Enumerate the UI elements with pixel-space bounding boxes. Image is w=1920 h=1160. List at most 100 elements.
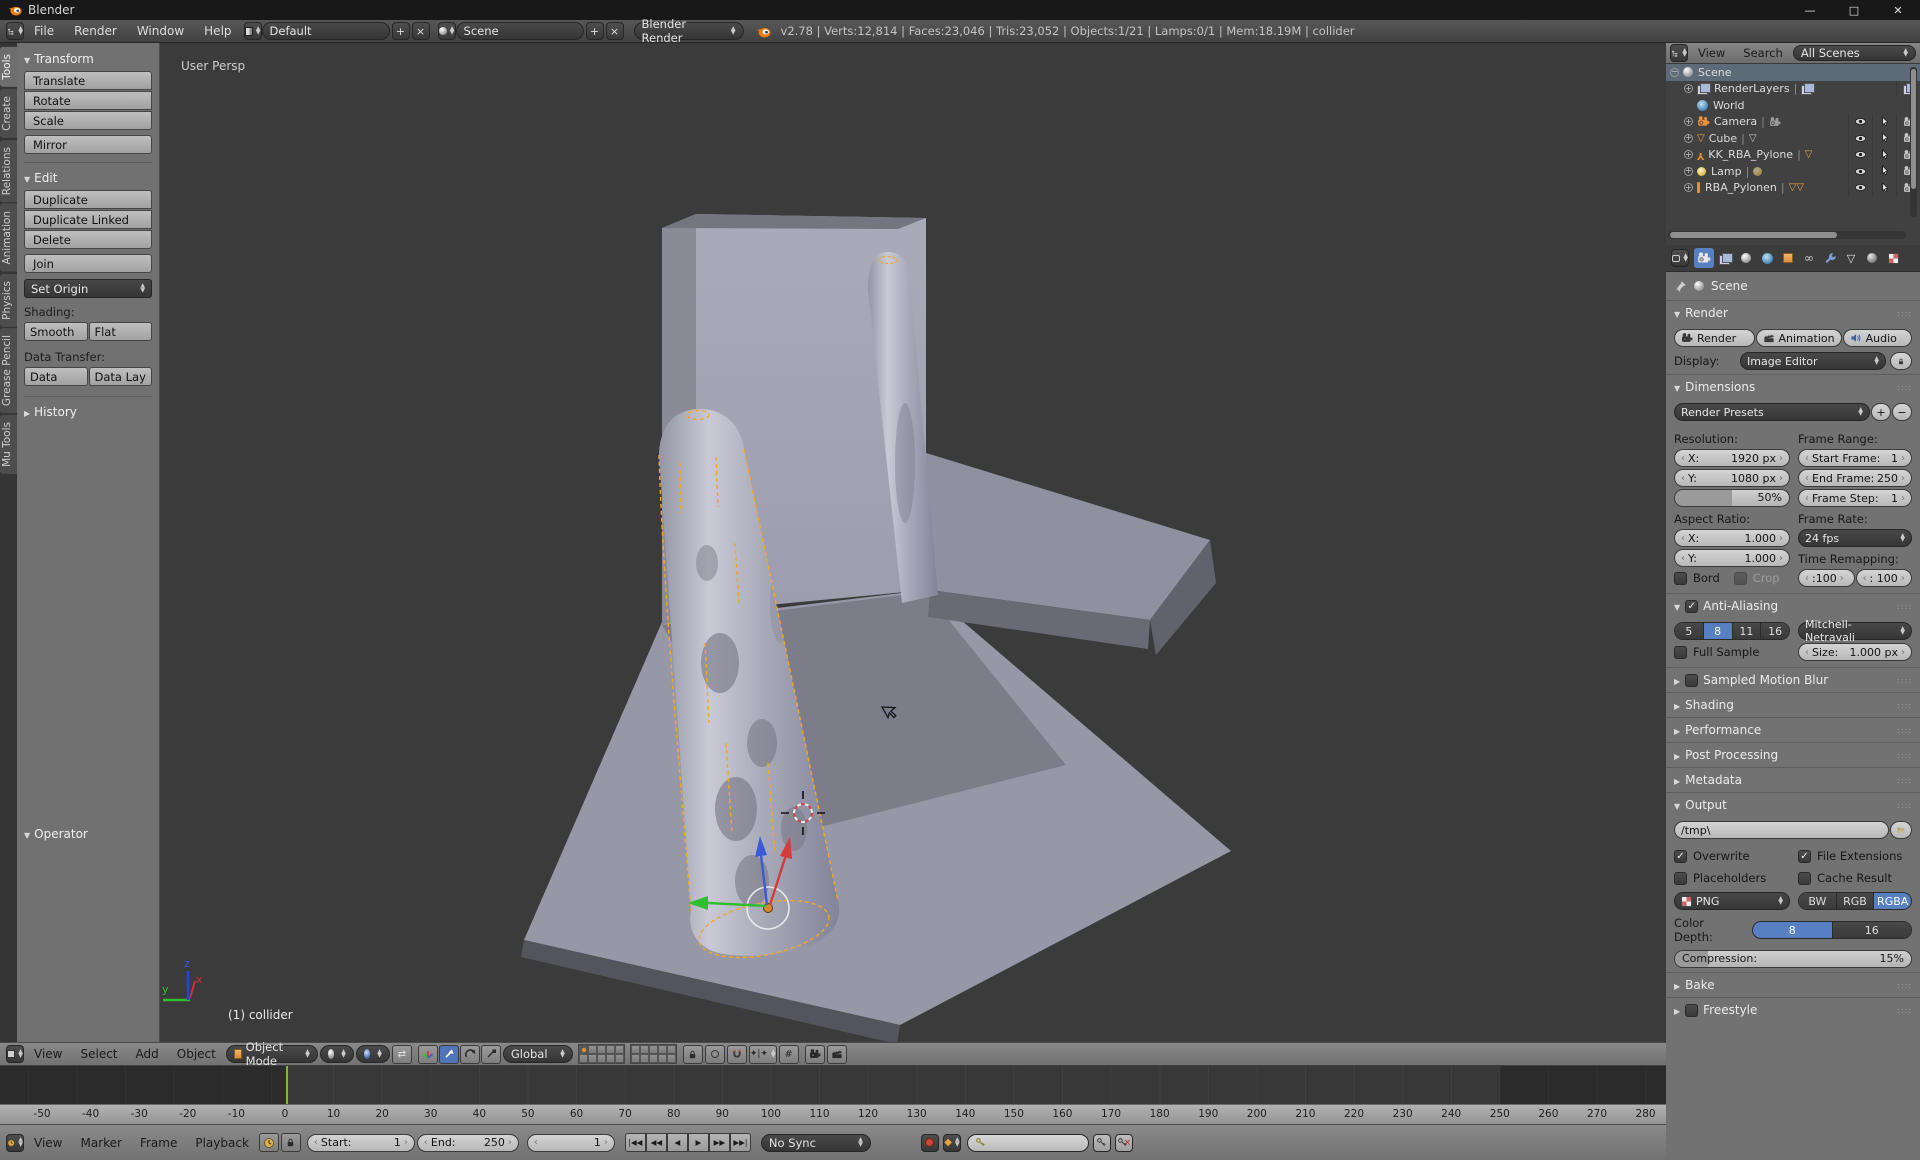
layout-icon[interactable] bbox=[244, 22, 262, 40]
rotate-button[interactable]: Rotate bbox=[24, 91, 152, 110]
tab-world[interactable] bbox=[1757, 248, 1777, 268]
aa-size-field[interactable]: Size:1.000 px bbox=[1798, 643, 1912, 661]
timeline-editor-selector[interactable] bbox=[6, 1134, 24, 1152]
next-keyframe-button[interactable]: ▶▶ bbox=[709, 1133, 730, 1152]
tab-scene[interactable] bbox=[1736, 248, 1756, 268]
viewport-shading-dropdown[interactable] bbox=[320, 1045, 354, 1063]
play-reverse-button[interactable]: ◀ bbox=[667, 1133, 688, 1152]
opengl-render-animation-button[interactable] bbox=[827, 1045, 847, 1064]
color-depth-8[interactable]: 8 bbox=[1753, 922, 1833, 938]
render-button[interactable]: Render bbox=[1674, 329, 1755, 347]
tab-texture[interactable] bbox=[1883, 248, 1903, 268]
scene-field[interactable]: Scene bbox=[456, 22, 584, 40]
edit-panel-header[interactable]: Edit bbox=[24, 171, 152, 185]
expand-icon[interactable]: + bbox=[1684, 84, 1693, 93]
shading-section-header[interactable]: Shading bbox=[1666, 692, 1920, 717]
cache-result-checkbox[interactable] bbox=[1798, 872, 1811, 885]
expand-icon[interactable]: + bbox=[1684, 134, 1693, 143]
manipulator-translate-button[interactable] bbox=[439, 1045, 459, 1064]
current-frame-field[interactable]: 1 bbox=[527, 1134, 615, 1152]
color-depth-segment[interactable]: 8 16 bbox=[1752, 921, 1912, 939]
end-frame-field[interactable]: End Frame:250 bbox=[1798, 469, 1912, 487]
resolution-y-field[interactable]: Y:1080 px bbox=[1674, 469, 1790, 487]
file-format-dropdown[interactable]: PNG bbox=[1674, 892, 1790, 910]
full-sample-checkbox[interactable] bbox=[1674, 646, 1687, 659]
aspect-x-field[interactable]: X:1.000 bbox=[1674, 529, 1790, 547]
tab-grease-pencil[interactable]: Grease Pencil bbox=[0, 328, 17, 413]
freestyle-checkbox[interactable] bbox=[1685, 1004, 1698, 1017]
translate-button[interactable]: Translate bbox=[24, 71, 152, 90]
time-remap-new-field[interactable]: : 100 bbox=[1856, 569, 1913, 587]
lock-interface-button[interactable] bbox=[1890, 352, 1912, 370]
view3d-menu-add[interactable]: Add bbox=[128, 1047, 167, 1061]
mirror-button[interactable]: Mirror bbox=[24, 135, 152, 154]
history-panel-header[interactable]: History bbox=[24, 405, 152, 419]
start-frame-field[interactable]: Start:1 bbox=[307, 1134, 415, 1152]
tab-object[interactable] bbox=[1778, 248, 1798, 268]
view3d-menu-view[interactable]: View bbox=[26, 1047, 70, 1061]
expand-icon[interactable]: + bbox=[1684, 117, 1693, 126]
operator-panel-header[interactable]: Operator bbox=[24, 827, 153, 841]
outliner-row-scene[interactable]: − Scene bbox=[1666, 64, 1920, 81]
collapse-icon[interactable]: − bbox=[1670, 68, 1679, 77]
timeline-menu-view[interactable]: View bbox=[26, 1136, 70, 1150]
metadata-section-header[interactable]: Metadata bbox=[1666, 767, 1920, 792]
color-mode-rgba[interactable]: RGBA bbox=[1874, 893, 1911, 909]
timeline-track[interactable] bbox=[0, 1066, 1666, 1104]
freestyle-section-header[interactable]: Freestyle bbox=[1666, 997, 1920, 1022]
tab-animation[interactable]: Animation bbox=[0, 204, 17, 272]
view3d-editor-selector[interactable] bbox=[6, 1045, 24, 1063]
expand-icon[interactable]: + bbox=[1684, 183, 1693, 192]
dimensions-section-header[interactable]: Dimensions bbox=[1666, 374, 1920, 399]
visibility-eye-icon[interactable] bbox=[1854, 165, 1867, 178]
manipulator-scale-button[interactable] bbox=[481, 1045, 501, 1064]
delete-scene-button[interactable]: × bbox=[606, 22, 624, 40]
outliner-row-rba-pylonen[interactable]: + RBA_Pylonen |▽▽ bbox=[1666, 180, 1920, 197]
view3d-menu-select[interactable]: Select bbox=[72, 1047, 125, 1061]
jump-to-start-button[interactable]: |◀◀ bbox=[625, 1133, 646, 1152]
outliner-row-world[interactable]: World bbox=[1666, 97, 1920, 114]
viewport-3d[interactable]: y z x User Persp (1) collider bbox=[160, 43, 1666, 1042]
shade-flat-button[interactable]: Flat bbox=[89, 322, 153, 341]
visibility-eye-icon[interactable] bbox=[1854, 148, 1867, 161]
screen-layout-field[interactable]: Default bbox=[262, 22, 390, 40]
minimize-button[interactable]: — bbox=[1788, 0, 1832, 20]
color-depth-16[interactable]: 16 bbox=[1833, 922, 1912, 938]
sampled-motion-blur-section-header[interactable]: Sampled Motion Blur bbox=[1666, 667, 1920, 692]
add-preset-button[interactable]: + bbox=[1871, 403, 1891, 421]
visibility-eye-icon[interactable] bbox=[1854, 115, 1867, 128]
aa-samples-16[interactable]: 16 bbox=[1761, 623, 1789, 639]
opengl-render-button[interactable] bbox=[805, 1045, 825, 1064]
file-extensions-checkbox[interactable] bbox=[1798, 850, 1811, 863]
shade-smooth-button[interactable]: Smooth bbox=[24, 322, 88, 341]
overwrite-checkbox[interactable] bbox=[1674, 850, 1687, 863]
motion-blur-checkbox[interactable] bbox=[1685, 674, 1698, 687]
timeline-menu-playback[interactable]: Playback bbox=[187, 1136, 257, 1150]
current-frame-marker[interactable] bbox=[286, 1066, 288, 1104]
use-preview-range-button[interactable] bbox=[259, 1133, 279, 1152]
add-layout-button[interactable]: + bbox=[392, 22, 410, 40]
tab-tools[interactable]: Tools bbox=[0, 47, 17, 87]
render-audio-button[interactable]: Audio bbox=[1843, 329, 1912, 347]
performance-section-header[interactable]: Performance bbox=[1666, 717, 1920, 742]
transform-orientation-dropdown[interactable]: Global bbox=[503, 1045, 573, 1063]
render-section-header[interactable]: Render bbox=[1666, 300, 1920, 325]
aspect-y-field[interactable]: Y:1.000 bbox=[1674, 549, 1790, 567]
set-origin-dropdown[interactable]: Set Origin bbox=[24, 279, 152, 298]
tab-material[interactable] bbox=[1862, 248, 1882, 268]
tab-mu-tools[interactable]: Mu Tools bbox=[0, 415, 17, 474]
selectable-cursor-icon[interactable] bbox=[1879, 116, 1891, 128]
pin-icon[interactable] bbox=[1674, 280, 1687, 293]
outliner-horizontal-scrollbar[interactable] bbox=[1668, 231, 1906, 239]
duplicate-button[interactable]: Duplicate bbox=[24, 190, 152, 209]
snap-element-dropdown[interactable]: ✦|✦ bbox=[749, 1045, 777, 1064]
render-animation-button[interactable]: Animation bbox=[1756, 329, 1842, 347]
color-mode-bw[interactable]: BW bbox=[1799, 893, 1837, 909]
aa-samples-11[interactable]: 11 bbox=[1733, 623, 1762, 639]
properties-editor-selector[interactable] bbox=[1671, 249, 1689, 267]
add-scene-button[interactable]: + bbox=[586, 22, 604, 40]
browse-folder-button[interactable] bbox=[1890, 821, 1912, 839]
selectable-cursor-icon[interactable] bbox=[1879, 165, 1891, 177]
menu-render[interactable]: Render bbox=[64, 24, 127, 38]
maximize-button[interactable]: □ bbox=[1832, 0, 1876, 20]
